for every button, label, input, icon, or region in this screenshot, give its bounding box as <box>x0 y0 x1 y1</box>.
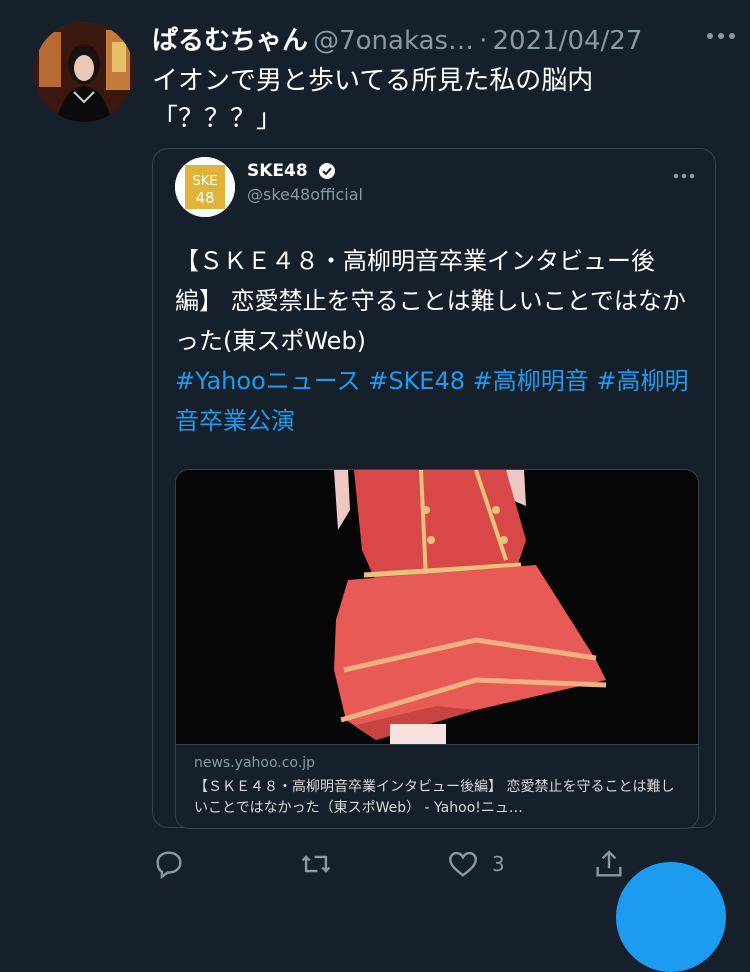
separator-dot: · <box>479 26 488 56</box>
link-preview-meta: news.yahoo.co.jp 【ＳＫＥ４８・高柳明音卒業インタビュー後編】 … <box>176 744 698 828</box>
tweet-date[interactable]: 2021/04/27 <box>493 26 643 56</box>
share-button[interactable] <box>592 846 626 882</box>
link-domain: news.yahoo.co.jp <box>194 755 315 771</box>
hashtag-takayanagi[interactable]: #高柳明音 <box>473 367 589 395</box>
more-horizontal-icon <box>673 173 695 179</box>
ske48-logo: SKE 48 <box>175 157 235 217</box>
more-horizontal-icon <box>707 33 735 39</box>
quoted-avatar[interactable]: SKE 48 <box>175 157 235 217</box>
reply-icon <box>156 851 182 880</box>
link-title: 【ＳＫＥ４８・高柳明音卒業インタビュー後編】 恋愛禁止を守ることは難しいことでは… <box>194 779 675 816</box>
link-preview-card[interactable]: news.yahoo.co.jp 【ＳＫＥ４８・高柳明音卒業インタビュー後編】 … <box>175 469 699 829</box>
share-icon <box>596 850 622 877</box>
user-handle[interactable]: @7onakas… <box>313 26 474 56</box>
svg-text:48: 48 <box>195 189 214 207</box>
dress-photo <box>176 470 698 744</box>
avatar-photo <box>34 22 134 122</box>
like-count: 3 <box>492 852 505 876</box>
quoted-tweet[interactable]: SKE 48 SKE48 @ske48official 【ＳＫＥ４８・高柳明音卒… <box>152 148 716 829</box>
reply-button[interactable] <box>152 846 186 882</box>
quoted-name[interactable]: SKE48 <box>247 161 336 181</box>
quoted-name-text: SKE48 <box>247 161 308 181</box>
like-icon <box>449 851 477 877</box>
quoted-more-options[interactable] <box>673 163 695 184</box>
retweet-icon <box>301 855 331 873</box>
compose-tweet-button[interactable] <box>616 862 726 972</box>
svg-text:SKE: SKE <box>193 174 218 189</box>
link-preview-image <box>176 470 698 744</box>
verified-badge-icon <box>318 163 335 179</box>
hashtag-ske48[interactable]: #SKE48 <box>368 367 465 395</box>
avatar[interactable] <box>34 22 134 122</box>
tweet-text: イオンで男と歩いてる所見た私の脳内 「？？？」 <box>152 66 594 134</box>
quoted-body: 【ＳＫＥ４８・高柳明音卒業インタビュー後編】 恋愛禁止を守ることは難しいことでは… <box>175 247 686 355</box>
display-name[interactable]: ぱるむちゃん <box>152 26 308 56</box>
quoted-handle[interactable]: @ske48official <box>247 185 363 204</box>
tweet-header: ぱるむちゃん @7onakas… · 2021/04/27 <box>152 20 730 56</box>
retweet-button[interactable] <box>298 846 334 882</box>
like-button[interactable]: 3 <box>446 846 505 882</box>
quoted-text: 【ＳＫＥ４８・高柳明音卒業インタビュー後編】 恋愛禁止を守ることは難しいことでは… <box>175 241 701 441</box>
more-options-icon[interactable] <box>706 18 736 46</box>
hashtag-yahoo-news[interactable]: #Yahooニュース <box>175 367 361 395</box>
